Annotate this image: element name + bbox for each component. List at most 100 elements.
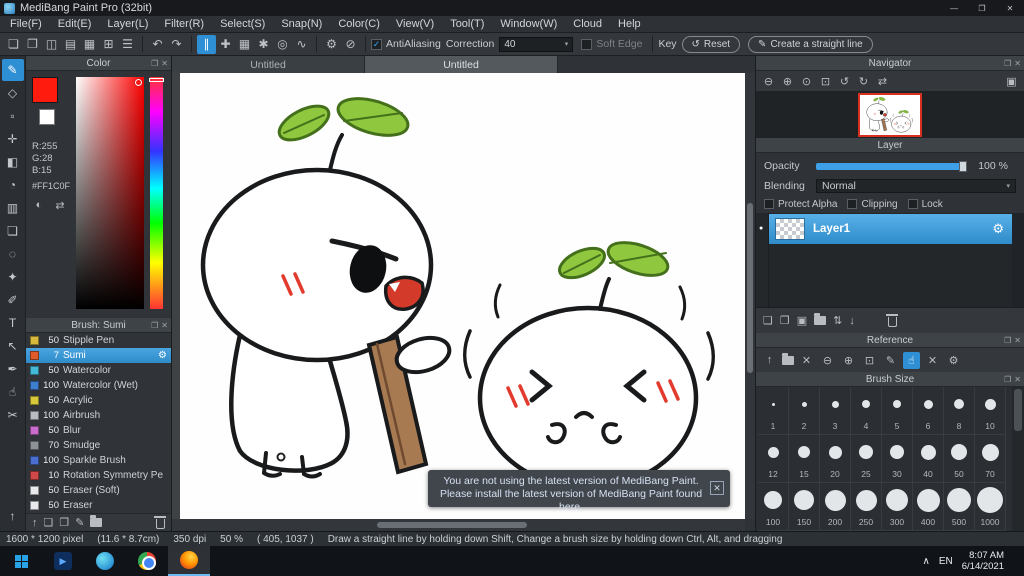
brush-size-40[interactable]: 40 (913, 435, 944, 483)
move-tool-icon[interactable]: ✛ (2, 128, 24, 150)
eraser-tool-icon[interactable]: ◇ (2, 82, 24, 104)
menu-view[interactable]: View(V) (388, 16, 442, 33)
brush-settings-gear-icon[interactable]: ⚙ (158, 350, 167, 361)
materials-icon[interactable]: ⊞ (99, 35, 118, 54)
dock-icon[interactable]: ↑ (32, 517, 38, 529)
new-folder-icon[interactable] (814, 313, 827, 325)
maximize-button[interactable]: ❐ (968, 0, 996, 16)
snap-settings-gear-icon[interactable]: ⚙ (322, 35, 341, 54)
close-panel-icon[interactable]: ✕ (161, 59, 168, 68)
opacity-handle[interactable] (959, 160, 967, 172)
reference-clear-icon[interactable]: ✕ (924, 352, 941, 369)
tab-untitled-1[interactable]: Untitled (172, 56, 365, 73)
navigator-view-rect[interactable] (858, 92, 922, 137)
snap-vanishing-point-icon[interactable]: ✱ (254, 35, 273, 54)
brush-size-1[interactable]: 1 (758, 387, 789, 435)
snap-parallel-icon[interactable]: ∥ (197, 34, 216, 54)
brush-item[interactable]: 100 Airbrush (26, 408, 171, 423)
brush-size-100[interactable]: 100 (758, 483, 789, 531)
bucket-tool-icon[interactable]: ◔ (2, 174, 24, 196)
menu-edit[interactable]: Edit(E) (50, 16, 100, 33)
slice-tool-icon[interactable]: ✂ (2, 404, 24, 426)
brush-item[interactable]: 50 Eraser (Soft) (26, 483, 171, 498)
rotate-left-icon[interactable]: ↺ (836, 73, 853, 90)
brush-size-5[interactable]: 5 (882, 387, 913, 435)
gradient-tool-icon[interactable]: ▥ (2, 197, 24, 219)
brush-item[interactable]: 100 Sparkle Brush (26, 453, 171, 468)
layer-visibility-icon[interactable]: ● (759, 225, 763, 232)
zoom-fit-icon[interactable]: ⊡ (817, 73, 834, 90)
close-button[interactable]: ✕ (996, 0, 1024, 16)
close-notification-icon[interactable]: ✕ (710, 481, 724, 495)
select-tool-icon[interactable]: ❏ (2, 220, 24, 242)
taskbar-app-firefox[interactable] (168, 546, 210, 576)
start-button[interactable] (0, 546, 42, 576)
antialiasing-checkbox[interactable]: ✓ (371, 38, 382, 50)
menu-file[interactable]: File(F) (2, 16, 50, 33)
new-canvas-icon[interactable]: ❏ (4, 35, 23, 54)
transfer-layer-icon[interactable]: ⇅ (833, 314, 842, 327)
menu-help[interactable]: Help (610, 16, 649, 33)
brush-size-30[interactable]: 30 (882, 435, 913, 483)
reference-fit-icon[interactable]: ⊡ (861, 352, 878, 369)
zoom-actual-icon[interactable]: ⊙ (798, 73, 815, 90)
scrollbar-thumb[interactable] (747, 203, 753, 373)
lasso-tool-icon[interactable]: ◌ (2, 243, 24, 265)
zoom-in-icon[interactable]: ⊕ (779, 73, 796, 90)
brush-size-1000[interactable]: 1000 (975, 483, 1006, 531)
eyedropper-tool-icon[interactable]: ✒ (2, 358, 24, 380)
close-panel-icon[interactable]: ✕ (1014, 59, 1021, 68)
brush-size-scrollbar[interactable] (1012, 387, 1024, 531)
panel-layout-icon[interactable]: ☰ (118, 35, 137, 54)
zoom-out-icon[interactable]: ⊖ (760, 73, 777, 90)
brush-size-70[interactable]: 70 (975, 435, 1006, 483)
delete-layer-icon[interactable] (885, 314, 898, 327)
horizontal-scrollbar[interactable] (172, 519, 745, 531)
clipping-checkbox[interactable]: Clipping (847, 199, 898, 210)
grid-view-icon[interactable]: ▦ (80, 35, 99, 54)
close-panel-icon[interactable]: ✕ (161, 321, 168, 330)
menu-filter[interactable]: Filter(R) (156, 16, 212, 33)
menu-color[interactable]: Color(C) (330, 16, 388, 33)
taskbar-app-edge[interactable] (84, 546, 126, 576)
taskbar-clock[interactable]: 8:07 AM 6/14/2021 (962, 550, 1008, 572)
tab-untitled-2[interactable]: Untitled (365, 56, 558, 73)
dot-tool-icon[interactable]: ▫ (2, 105, 24, 127)
flip-horizontal-icon[interactable]: ⇄ (874, 73, 891, 90)
brush-size-4[interactable]: 4 (851, 387, 882, 435)
notification-line-2[interactable]: Please install the latest version of Med… (438, 488, 704, 514)
brush-size-25[interactable]: 25 (851, 435, 882, 483)
menu-snap[interactable]: Snap(N) (273, 16, 330, 33)
menu-select[interactable]: Select(S) (212, 16, 273, 33)
canvas-page[interactable] (180, 73, 745, 519)
redo-icon[interactable]: ↷ (167, 35, 186, 54)
reference-settings-gear-icon[interactable]: ⚙ (945, 352, 962, 369)
brush-size-10[interactable]: 10 (975, 387, 1006, 435)
minimize-button[interactable]: — (940, 0, 968, 16)
undock-panel-icon[interactable]: ❐ (1004, 336, 1011, 345)
hue-slider[interactable] (149, 77, 164, 309)
brush-size-150[interactable]: 150 (789, 483, 820, 531)
protect-alpha-checkbox[interactable]: Protect Alpha (764, 199, 837, 210)
taskbar-app-chrome[interactable] (126, 546, 168, 576)
reference-zoom-out-icon[interactable]: ⊖ (819, 352, 836, 369)
brush-item[interactable]: 10 Rotation Symmetry Pe (26, 468, 171, 483)
language-indicator[interactable]: EN (939, 556, 953, 567)
layer-list-scrollbar[interactable] (1012, 213, 1024, 307)
blending-dropdown[interactable]: Normal ▾ (816, 178, 1016, 193)
brush-tool-icon[interactable]: ✎ (1, 59, 24, 81)
brush-item[interactable]: 50 Eraser (26, 498, 171, 513)
magic-wand-tool-icon[interactable]: ✦ (2, 266, 24, 288)
brush-item[interactable]: 70 Smudge (26, 438, 171, 453)
reference-pen-icon[interactable]: ✎ (882, 352, 899, 369)
brush-size-20[interactable]: 20 (820, 435, 851, 483)
brush-size-6[interactable]: 6 (913, 387, 944, 435)
brush-size-250[interactable]: 250 (851, 483, 882, 531)
merge-down-icon[interactable]: ↓ (849, 315, 855, 327)
add-brush-icon[interactable]: ❏ (44, 516, 54, 529)
brush-folder-icon[interactable] (90, 515, 103, 527)
open-file-icon[interactable]: ❐ (23, 35, 42, 54)
fill-tool-icon[interactable]: ◧ (2, 151, 24, 173)
menu-cloud[interactable]: Cloud (565, 16, 610, 33)
menu-window[interactable]: Window(W) (492, 16, 565, 33)
